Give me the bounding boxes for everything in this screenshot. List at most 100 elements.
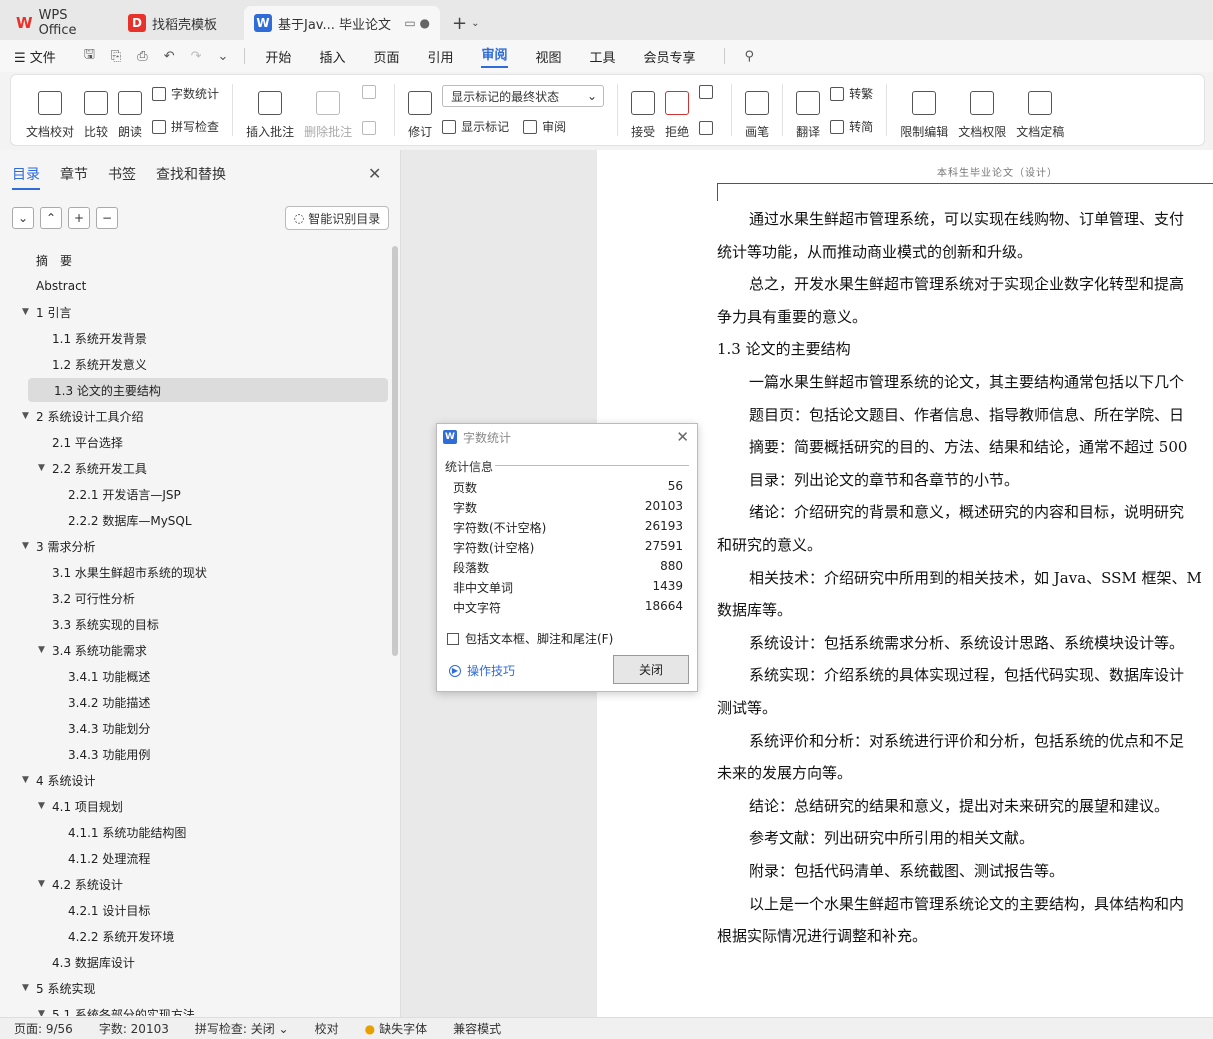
toc-item[interactable]: 3.2 可行性分析	[38, 586, 135, 610]
to-traditional-button[interactable]: 转繁	[830, 85, 873, 102]
translate-button[interactable]: 翻译	[796, 80, 820, 140]
close-icon[interactable]: ✕	[368, 164, 381, 183]
toc-item[interactable]: 3.4.2 功能描述	[54, 690, 150, 714]
spell-check-status[interactable]: 拼写检查: 关闭 ⌄	[195, 1020, 289, 1037]
toc-item[interactable]: ▼ 1 引言	[22, 300, 71, 324]
search-icon[interactable]: ⚲	[745, 49, 755, 64]
prev-comment-button[interactable]	[362, 85, 381, 99]
redo-icon[interactable]: ↷	[191, 49, 202, 64]
toc-item[interactable]: 4.3 数据库设计	[38, 950, 135, 974]
nav-tab-bookmarks[interactable]: 书签	[108, 164, 136, 190]
menu-view[interactable]: 视图	[536, 47, 562, 66]
expand-arrow-icon[interactable]: ▼	[22, 983, 36, 993]
reject-button[interactable]: 拒绝	[665, 80, 689, 140]
doc-check-button[interactable]: 文档校对	[26, 80, 74, 140]
toc-item[interactable]: 4.1.2 处理流程	[54, 846, 150, 870]
insert-comment-button[interactable]: 插入批注	[246, 80, 294, 140]
menu-home[interactable]: 开始	[265, 47, 291, 66]
toc-item[interactable]: ▼ 5.1 系统各部分的实现方法	[38, 1002, 195, 1017]
toc-item[interactable]: ▼ 4 系统设计	[22, 768, 95, 792]
missing-font-status[interactable]: ● 缺失字体	[365, 1020, 428, 1037]
delete-comment-button[interactable]: 删除批注	[304, 80, 352, 140]
review-pane-button[interactable]: 审阅	[523, 118, 566, 135]
toc-item[interactable]: 2.2.2 数据库—MySQL	[54, 508, 192, 532]
next-revision-button[interactable]	[699, 121, 718, 135]
share-icon[interactable]: ⎘	[111, 49, 121, 64]
close-button[interactable]: 关闭	[613, 655, 689, 684]
file-menu[interactable]: ☰ 文件	[14, 47, 56, 66]
more-chevron-icon[interactable]: ⌄	[218, 49, 229, 64]
toc-item[interactable]: 3.4.1 功能概述	[54, 664, 150, 688]
pen-button[interactable]: 画笔	[745, 80, 769, 140]
compare-button[interactable]: 比较	[84, 80, 108, 140]
new-tab-button[interactable]: + ⌄	[444, 6, 487, 40]
toc-item[interactable]: ▼ 3 需求分析	[22, 534, 95, 558]
menu-references[interactable]: 引用	[427, 47, 453, 66]
toc-item[interactable]: 3.4.3 功能划分	[54, 716, 150, 740]
prev-revision-button[interactable]	[699, 85, 718, 99]
accept-button[interactable]: 接受	[631, 80, 655, 140]
toc-item[interactable]: ▼ 4.2 系统设计	[38, 872, 123, 896]
toc-item[interactable]: 4.1.1 系统功能结构图	[54, 820, 186, 844]
checkbox-box[interactable]	[447, 632, 459, 645]
expand-arrow-icon[interactable]: ▼	[38, 1009, 52, 1016]
toc-item[interactable]: ▼ 2 系统设计工具介绍	[22, 404, 143, 428]
toc-item[interactable]: 1.1 系统开发背景	[38, 326, 147, 350]
toc-item[interactable]: ▼ 3.4 系统功能需求	[38, 638, 147, 662]
menu-insert[interactable]: 插入	[319, 47, 345, 66]
smart-toc-button[interactable]: ◌ 智能识别目录	[285, 206, 389, 230]
minus-icon[interactable]: −	[96, 207, 118, 229]
toc-item[interactable]: ▼ 2.2 系统开发工具	[38, 456, 147, 480]
toc-item[interactable]: 2.1 平台选择	[38, 430, 123, 454]
toc-item[interactable]: 2.2.1 开发语言—JSP	[54, 482, 181, 506]
markup-state-select[interactable]: 显示标记的最终状态 ⌄	[442, 85, 605, 107]
menu-tools[interactable]: 工具	[590, 47, 616, 66]
toc-item[interactable]: 3.4.3 功能用例	[54, 742, 150, 766]
toc-item[interactable]: 摘 要	[22, 248, 72, 272]
expand-arrow-icon[interactable]: ▼	[38, 879, 52, 889]
chevron-down-icon[interactable]: ⌄	[471, 18, 479, 29]
nav-tab-sections[interactable]: 章节	[60, 164, 88, 190]
toc-item[interactable]: 4.2.1 设计目标	[54, 898, 150, 922]
to-simplified-button[interactable]: 转简	[830, 118, 873, 135]
dialog-close-icon[interactable]: ✕	[676, 428, 689, 446]
expand-arrow-icon[interactable]: ▼	[38, 801, 52, 811]
toc-item[interactable]: 1.2 系统开发意义	[38, 352, 147, 376]
toc-item[interactable]: 4.2.2 系统开发环境	[54, 924, 174, 948]
tab-status-icons[interactable]: ▭ ●	[404, 16, 430, 30]
tab-document[interactable]: W 基于Jav... 毕业论文 ▭ ●	[244, 6, 440, 40]
restrict-edit-button[interactable]: 限制编辑	[900, 80, 948, 140]
expand-arrow-icon[interactable]: ▼	[38, 463, 52, 473]
include-textbox-checkbox[interactable]: 包括文本框、脚注和尾注(F)	[447, 630, 613, 647]
expand-arrow-icon[interactable]: ▼	[22, 307, 36, 317]
page-indicator[interactable]: 页面: 9/56	[14, 1020, 73, 1037]
menu-page[interactable]: 页面	[373, 47, 399, 66]
word-count-indicator[interactable]: 字数: 20103	[99, 1020, 169, 1037]
toc-item[interactable]: Abstract	[22, 274, 86, 298]
undo-icon[interactable]: ↶	[164, 49, 175, 64]
toc-scrollbar[interactable]	[392, 246, 398, 656]
expand-arrow-icon[interactable]: ▼	[22, 411, 36, 421]
nav-tab-find-replace[interactable]: 查找和替换	[156, 164, 226, 190]
tab-wps-office[interactable]: W WPS Office	[6, 6, 114, 40]
print-preview-icon[interactable]: ⎙	[137, 49, 147, 64]
tab-docer[interactable]: D 找稻壳模板	[118, 6, 240, 40]
nav-tab-toc[interactable]: 目录	[12, 164, 40, 190]
spell-check-button[interactable]: 拼写检查	[152, 118, 219, 135]
save-icon[interactable]: 🖫	[84, 45, 95, 67]
show-markup-button[interactable]: 显示标记	[442, 118, 509, 135]
read-aloud-button[interactable]: 朗读	[118, 80, 142, 140]
revise-button[interactable]: 修订	[408, 80, 432, 140]
tips-link[interactable]: ▶ 操作技巧	[449, 662, 515, 679]
word-count-button[interactable]: 字数统计	[152, 85, 219, 102]
toc-item[interactable]: ▼ 4.1 项目规划	[38, 794, 123, 818]
toc-item[interactable]: 1.3 论文的主要结构	[28, 378, 388, 402]
expand-arrow-icon[interactable]: ▼	[22, 775, 36, 785]
toc-item[interactable]: 3.1 水果生鲜超市系统的现状	[38, 560, 207, 584]
chevron-up-icon[interactable]: ⌃	[40, 207, 62, 229]
expand-arrow-icon[interactable]: ▼	[38, 645, 52, 655]
toc-item[interactable]: ▼ 5 系统实现	[22, 976, 95, 1000]
next-comment-button[interactable]	[362, 121, 381, 135]
plus-icon[interactable]: +	[68, 207, 90, 229]
menu-membership[interactable]: 会员专享	[644, 47, 696, 66]
